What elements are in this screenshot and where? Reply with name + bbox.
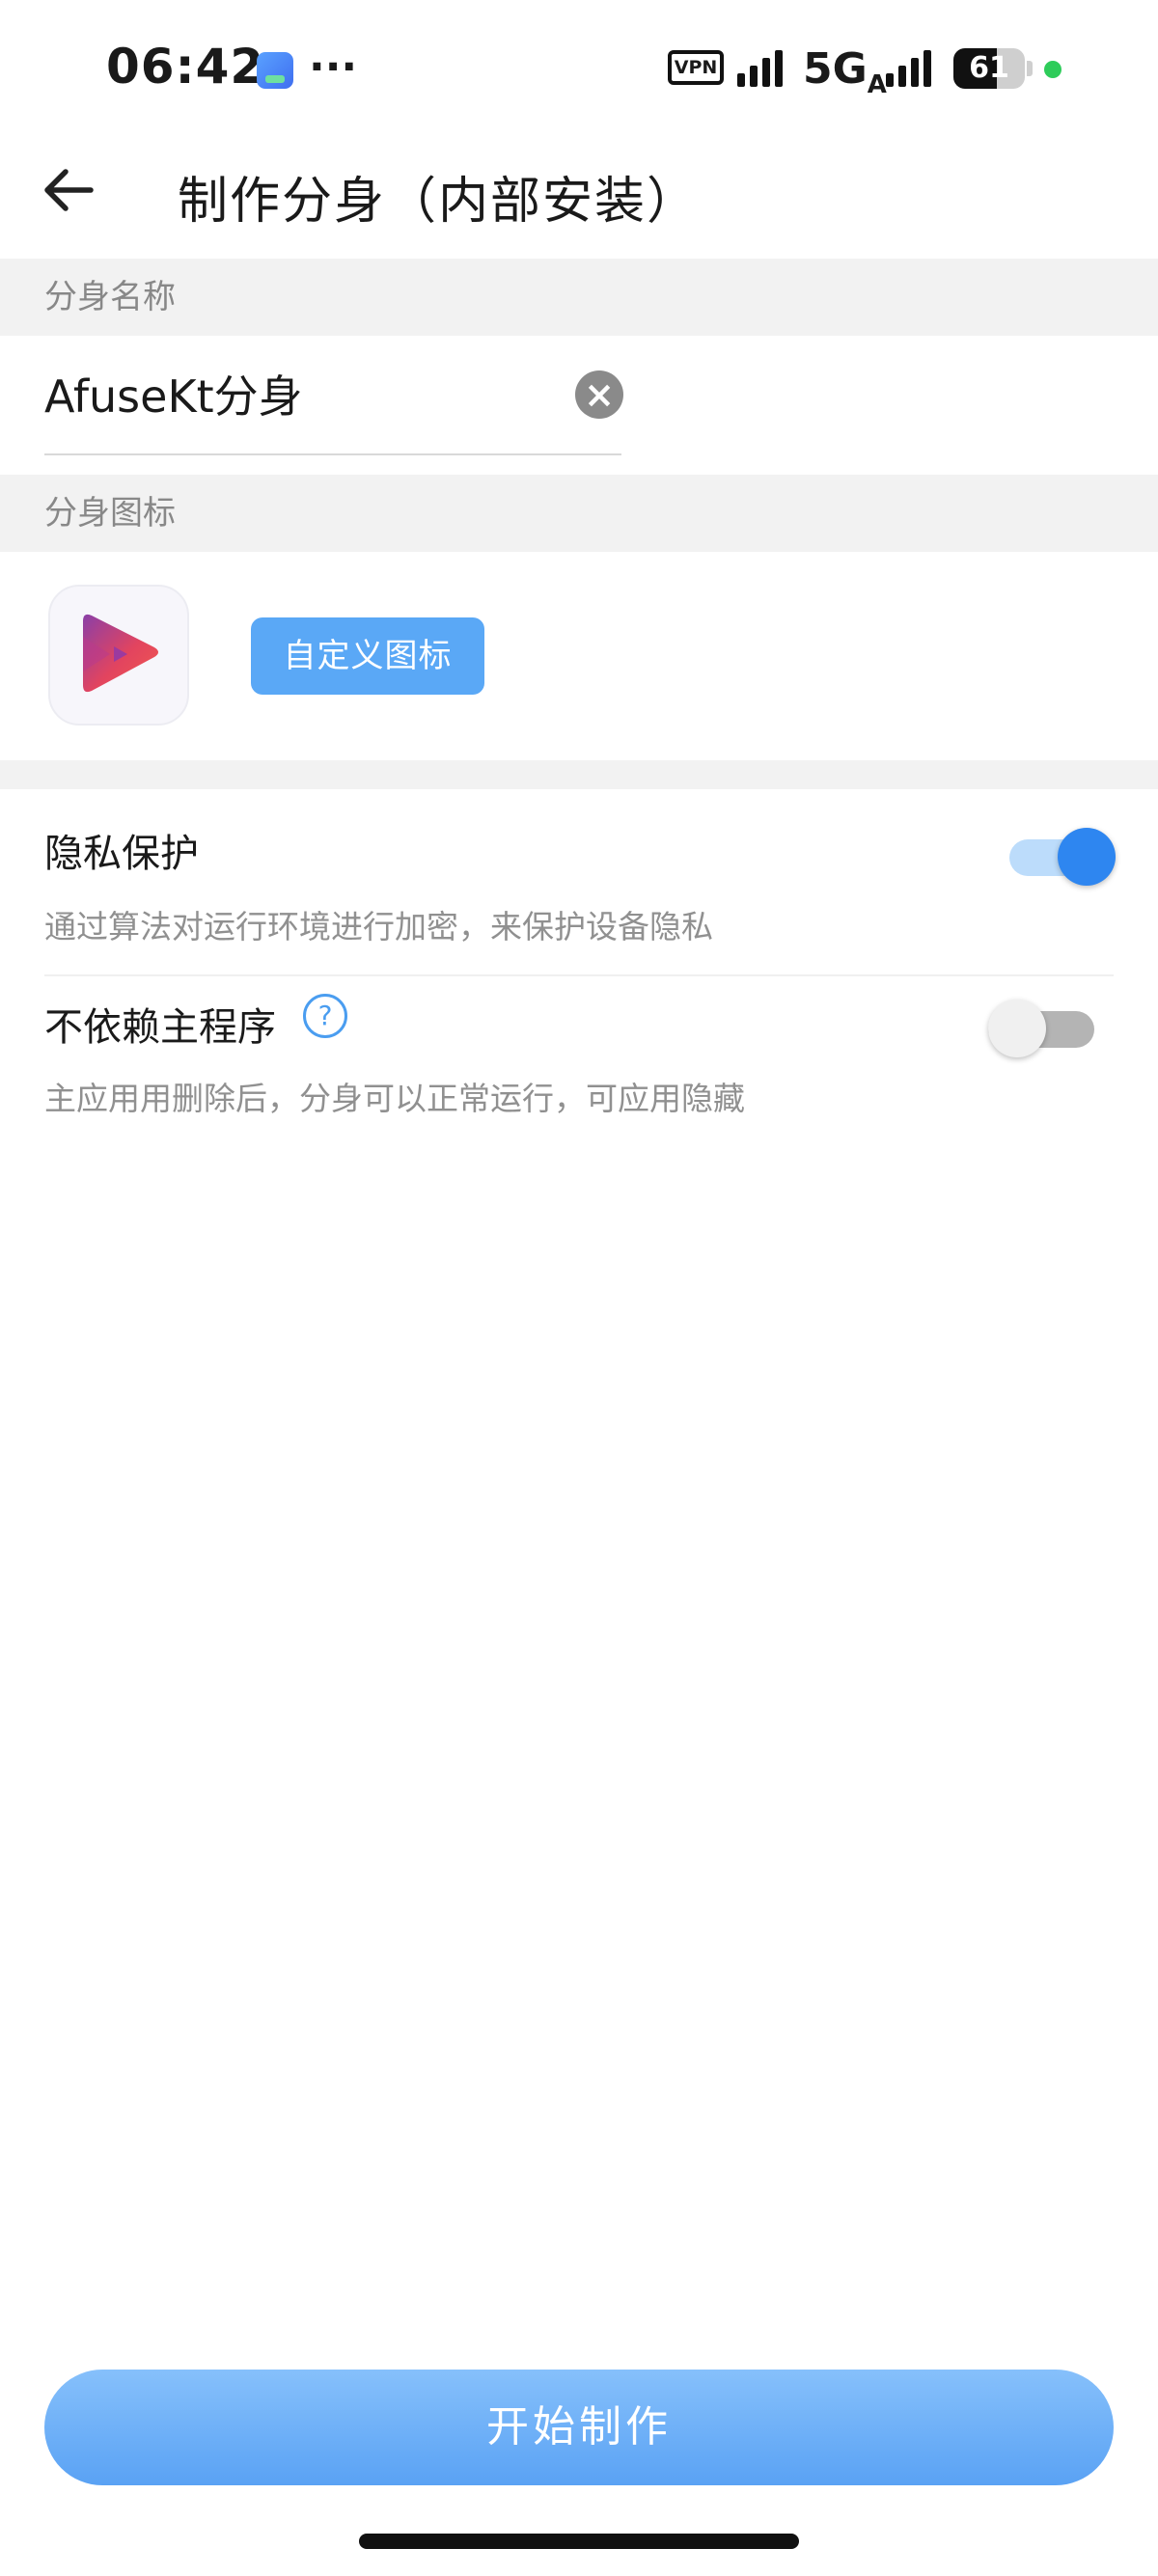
- battery-level: 61: [969, 51, 1009, 85]
- signal-strength-icon-2: [886, 50, 931, 87]
- icon-row: 自定义图标: [0, 552, 1158, 760]
- help-icon[interactable]: ?: [303, 994, 347, 1038]
- privacy-title: 隐私保护: [44, 832, 199, 876]
- toggle-knob: [988, 1000, 1046, 1057]
- close-icon: ×: [584, 373, 615, 416]
- clear-input-button[interactable]: ×: [575, 370, 623, 419]
- start-create-button[interactable]: 开始制作: [44, 2370, 1114, 2485]
- battery-icon: 61: [953, 48, 1025, 89]
- independent-description: 主应用用删除后，分身可以正常运行，可应用隐藏: [44, 1080, 745, 1117]
- privacy-indicator-icon: [1044, 61, 1062, 78]
- independent-title: 不依赖主程序: [44, 1005, 276, 1050]
- home-indicator[interactable]: [359, 2534, 799, 2549]
- name-row: ×: [0, 336, 1158, 475]
- independent-setting: 不依赖主程序 ? 主应用用删除后，分身可以正常运行，可应用隐藏: [0, 976, 1158, 1150]
- custom-icon-button[interactable]: 自定义图标: [251, 617, 484, 695]
- section-divider: [0, 760, 1158, 789]
- screen: 06:42 ··· VPN 5GA 61 制作分身（内部安装） 分身名称 ×: [0, 0, 1158, 2576]
- page-title: 制作分身（内部安装）: [178, 173, 700, 231]
- vpn-icon: VPN: [668, 50, 724, 85]
- network-type: 5GA: [803, 44, 887, 99]
- app-notification-icon: [257, 52, 293, 89]
- privacy-toggle[interactable]: [1009, 828, 1116, 886]
- header: 制作分身（内部安装）: [0, 135, 1158, 259]
- toggle-knob: [1058, 828, 1116, 886]
- more-notifications-icon: ···: [309, 42, 358, 92]
- arrow-left-icon: [44, 169, 94, 211]
- battery-tip: [1027, 61, 1033, 76]
- privacy-setting: 隐私保护 通过算法对运行环境进行加密，来保护设备隐私: [0, 789, 1158, 976]
- signal-strength-icon: [737, 50, 783, 87]
- status-bar: 06:42 ··· VPN 5GA 61: [0, 0, 1158, 135]
- privacy-description: 通过算法对运行环境进行加密，来保护设备隐私: [44, 908, 713, 945]
- section-label-name: 分身名称: [0, 259, 1158, 336]
- status-time: 06:42: [106, 39, 265, 95]
- independent-toggle[interactable]: [988, 1000, 1094, 1057]
- clone-name-input[interactable]: [44, 365, 565, 423]
- clone-app-icon: [48, 585, 189, 726]
- section-label-icon: 分身图标: [0, 475, 1158, 552]
- input-underline: [44, 453, 621, 455]
- play-icon: [83, 614, 158, 693]
- back-button[interactable]: [35, 156, 102, 224]
